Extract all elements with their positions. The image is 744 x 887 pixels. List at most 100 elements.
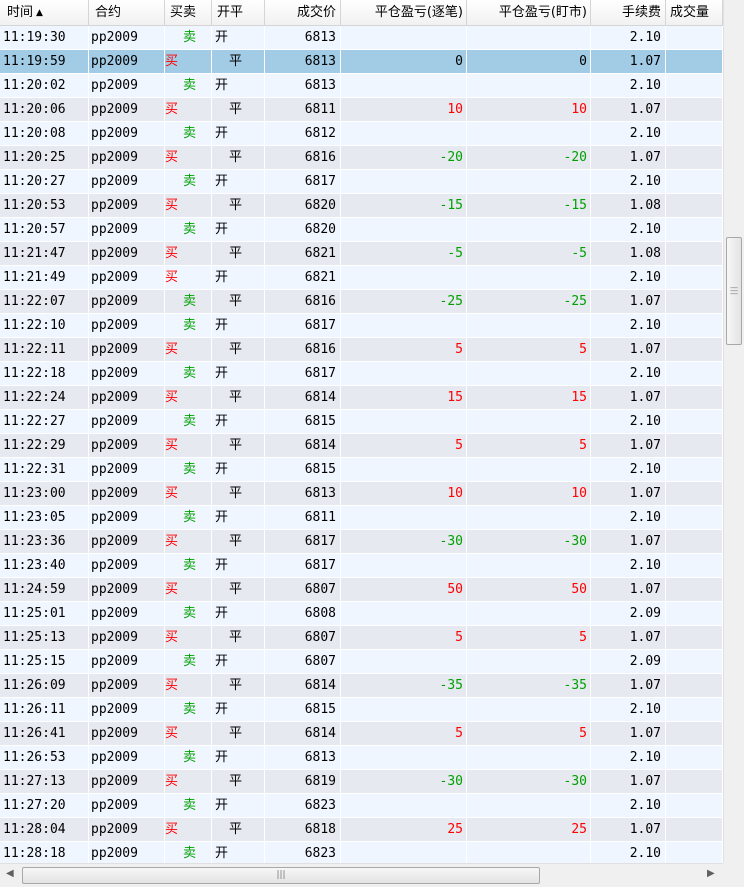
- column-header-time[interactable]: 时间 ▲: [0, 0, 89, 25]
- cell-fee: 2.09: [591, 650, 666, 674]
- table-row[interactable]: 11:26:41 pp2009 买平 6814 5 5 1.07: [0, 722, 723, 746]
- table-row[interactable]: 11:20:08 pp2009 卖开 6812 2.10: [0, 122, 723, 146]
- cell-contract: pp2009: [89, 146, 165, 170]
- table-row[interactable]: 11:24:59 pp2009 买平 6807 50 50 1.07: [0, 578, 723, 602]
- table-row[interactable]: 11:23:40 pp2009 卖开 6817 2.10: [0, 554, 723, 578]
- table-row[interactable]: 11:22:27 pp2009 卖开 6815 2.10: [0, 410, 723, 434]
- table-row[interactable]: 11:26:09 pp2009 买平 6814 -35 -35 1.07: [0, 674, 723, 698]
- cell-fee: 2.10: [591, 746, 666, 770]
- cell-volume: [666, 554, 723, 578]
- cell-volume: [666, 698, 723, 722]
- cell-side: 卖: [165, 554, 212, 578]
- table-row[interactable]: 11:20:25 pp2009 买平 6816 -20 -20 1.07: [0, 146, 723, 170]
- table-row[interactable]: 11:22:24 pp2009 买平 6814 15 15 1.07: [0, 386, 723, 410]
- cell-pnl-mark: 25: [467, 818, 591, 842]
- cell-fee: 2.10: [591, 554, 666, 578]
- cell-time: 11:20:02: [0, 74, 89, 98]
- table-row[interactable]: 11:21:49 pp2009 买开 6821 2.10: [0, 266, 723, 290]
- column-header-side[interactable]: 买卖: [165, 0, 212, 25]
- cell-contract: pp2009: [89, 26, 165, 50]
- cell-pnl-trade: -20: [341, 146, 467, 170]
- column-header-pnl-trade[interactable]: 平仓盈亏(逐笔): [341, 0, 467, 25]
- cell-side: 买: [165, 482, 212, 506]
- cell-pnl-mark: [467, 698, 591, 722]
- cell-contract: pp2009: [89, 554, 165, 578]
- cell-volume: [666, 458, 723, 482]
- column-header-pnl-mark[interactable]: 平仓盈亏(盯市): [467, 0, 591, 25]
- cell-time: 11:26:09: [0, 674, 89, 698]
- cell-fee: 2.10: [591, 458, 666, 482]
- table-row[interactable]: 11:19:30 pp2009 卖开 6813 2.10: [0, 26, 723, 50]
- cell-fee: 1.07: [591, 290, 666, 314]
- cell-pnl-mark: [467, 794, 591, 818]
- cell-fee: 1.07: [591, 482, 666, 506]
- cell-pnl-trade: 5: [341, 434, 467, 458]
- column-header-price[interactable]: 成交价: [265, 0, 341, 25]
- horizontal-scroll-thumb[interactable]: |||: [22, 867, 540, 884]
- cell-side: 卖: [165, 170, 212, 194]
- table-row[interactable]: 11:22:18 pp2009 卖开 6817 2.10: [0, 362, 723, 386]
- table-row[interactable]: 11:20:57 pp2009 卖开 6820 2.10: [0, 218, 723, 242]
- table-row[interactable]: 11:27:20 pp2009 卖开 6823 2.10: [0, 794, 723, 818]
- table-row[interactable]: 11:22:07 pp2009 卖平 6816 -25 -25 1.07: [0, 290, 723, 314]
- grip-icon: |||: [276, 870, 286, 880]
- table-row[interactable]: 11:28:18 pp2009 卖开 6823 2.10: [0, 842, 723, 863]
- cell-fee: 2.10: [591, 314, 666, 338]
- table-row[interactable]: 11:19:59 pp2009 买平 6813 0 0 1.07: [0, 50, 723, 74]
- table-row[interactable]: 11:26:53 pp2009 卖开 6813 2.10: [0, 746, 723, 770]
- cell-time: 11:27:20: [0, 794, 89, 818]
- cell-pnl-trade: [341, 746, 467, 770]
- cell-contract: pp2009: [89, 242, 165, 266]
- cell-pnl-trade: 25: [341, 818, 467, 842]
- column-header-volume[interactable]: 成交量: [666, 0, 723, 25]
- cell-pnl-mark: 5: [467, 626, 591, 650]
- cell-side: 卖: [165, 218, 212, 242]
- vertical-scroll-thumb[interactable]: — — —: [726, 237, 742, 345]
- table-row[interactable]: 11:25:13 pp2009 买平 6807 5 5 1.07: [0, 626, 723, 650]
- table-row[interactable]: 11:23:00 pp2009 买平 6813 10 10 1.07: [0, 482, 723, 506]
- cell-volume: [666, 530, 723, 554]
- table-row[interactable]: 11:22:29 pp2009 买平 6814 5 5 1.07: [0, 434, 723, 458]
- table-row[interactable]: 11:26:11 pp2009 卖开 6815 2.10: [0, 698, 723, 722]
- column-header-contract[interactable]: 合约: [89, 0, 165, 25]
- table-row[interactable]: 11:27:13 pp2009 买平 6819 -30 -30 1.07: [0, 770, 723, 794]
- table-row[interactable]: 11:23:05 pp2009 卖开 6811 2.10: [0, 506, 723, 530]
- cell-volume: [666, 122, 723, 146]
- table-row[interactable]: 11:20:53 pp2009 买平 6820 -15 -15 1.08: [0, 194, 723, 218]
- column-header-open-close[interactable]: 开平: [212, 0, 265, 25]
- cell-fee: 1.08: [591, 242, 666, 266]
- cell-price: 6814: [265, 674, 341, 698]
- table-row[interactable]: 11:25:15 pp2009 卖开 6807 2.09: [0, 650, 723, 674]
- cell-open-close: 开: [212, 794, 265, 818]
- cell-volume: [666, 26, 723, 50]
- table-row[interactable]: 11:25:01 pp2009 卖开 6808 2.09: [0, 602, 723, 626]
- table-row[interactable]: 11:20:02 pp2009 卖开 6813 2.10: [0, 74, 723, 98]
- table-row[interactable]: 11:22:31 pp2009 卖开 6815 2.10: [0, 458, 723, 482]
- table-row[interactable]: 11:20:27 pp2009 卖开 6817 2.10: [0, 170, 723, 194]
- cell-price: 6817: [265, 554, 341, 578]
- cell-open-close: 开: [212, 602, 265, 626]
- cell-contract: pp2009: [89, 650, 165, 674]
- arrow-left-icon[interactable]: ◀: [6, 868, 14, 879]
- vertical-scrollbar[interactable]: — — —: [723, 0, 744, 863]
- cell-open-close: 开: [212, 218, 265, 242]
- cell-volume: [666, 602, 723, 626]
- table-row[interactable]: 11:21:47 pp2009 买平 6821 -5 -5 1.08: [0, 242, 723, 266]
- arrow-right-icon[interactable]: ▶: [707, 868, 715, 879]
- cell-price: 6814: [265, 722, 341, 746]
- cell-fee: 2.10: [591, 122, 666, 146]
- table-row[interactable]: 11:20:06 pp2009 买平 6811 10 10 1.07: [0, 98, 723, 122]
- table-row[interactable]: 11:28:04 pp2009 买平 6818 25 25 1.07: [0, 818, 723, 842]
- column-header-fee[interactable]: 手续费: [591, 0, 666, 25]
- table-row[interactable]: 11:22:10 pp2009 卖开 6817 2.10: [0, 314, 723, 338]
- cell-open-close: 开: [212, 650, 265, 674]
- cell-volume: [666, 386, 723, 410]
- cell-fee: 1.07: [591, 146, 666, 170]
- cell-pnl-trade: 5: [341, 338, 467, 362]
- cell-contract: pp2009: [89, 74, 165, 98]
- cell-volume: [666, 194, 723, 218]
- cell-volume: [666, 146, 723, 170]
- horizontal-scrollbar[interactable]: ◀ ||| ▶: [0, 863, 723, 887]
- table-row[interactable]: 11:22:11 pp2009 买平 6816 5 5 1.07: [0, 338, 723, 362]
- table-row[interactable]: 11:23:36 pp2009 买平 6817 -30 -30 1.07: [0, 530, 723, 554]
